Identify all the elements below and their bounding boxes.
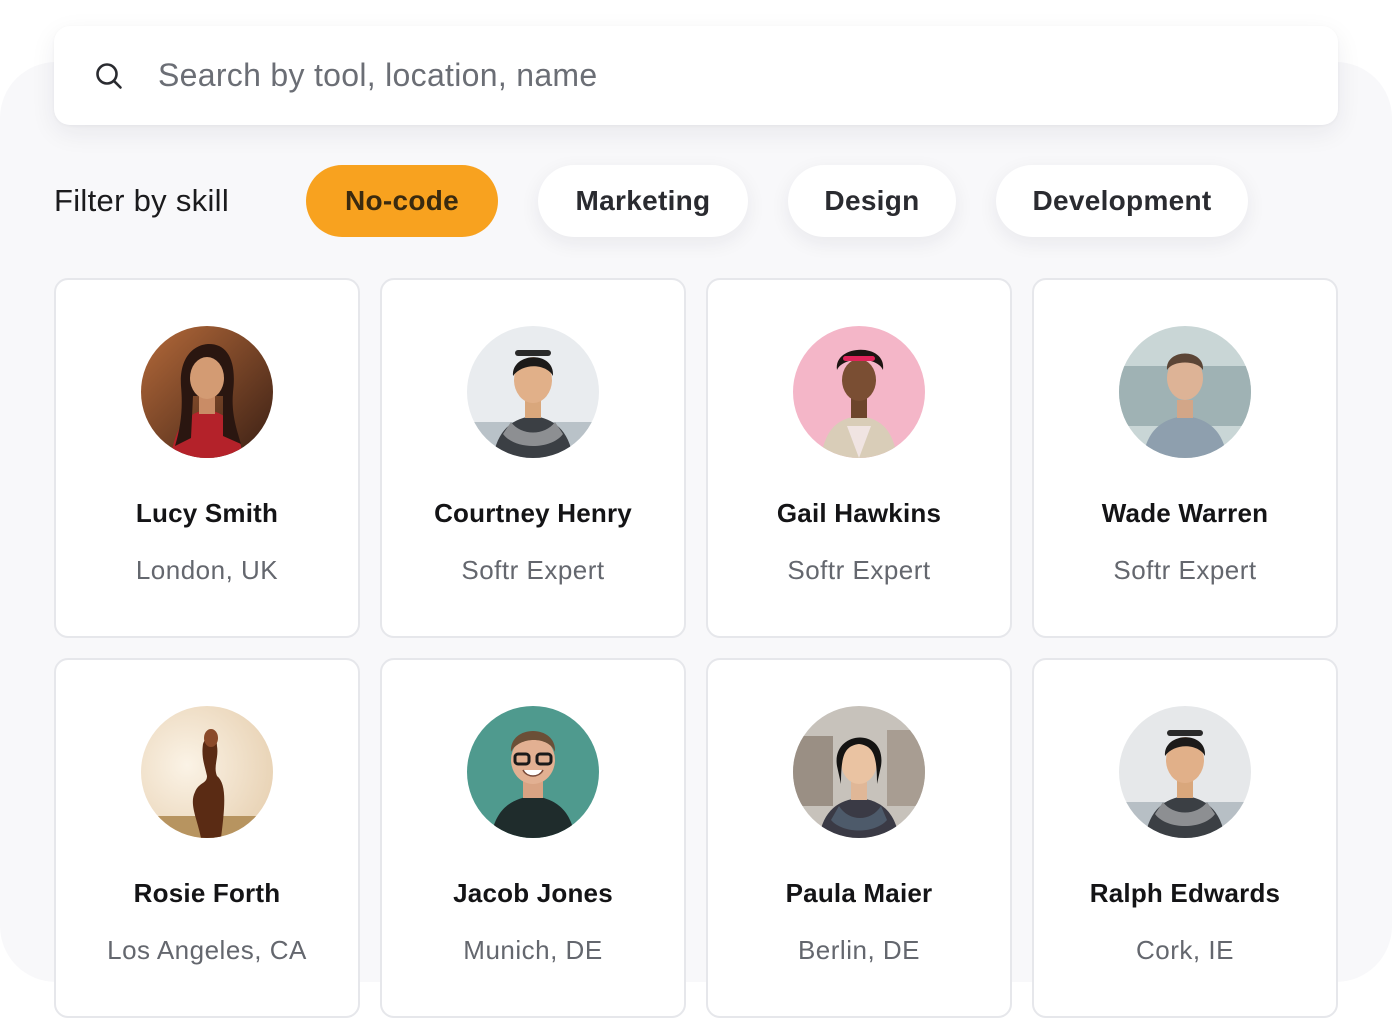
avatar xyxy=(1119,706,1251,838)
search-icon xyxy=(94,61,124,91)
person-card[interactable]: Ralph Edwards Cork, IE xyxy=(1032,658,1338,1018)
person-card[interactable]: Rosie Forth Los Angeles, CA xyxy=(54,658,360,1018)
skill-filter-bar: Filter by skill No-code Marketing Design… xyxy=(54,165,1288,237)
person-card[interactable]: Courtney Henry Softr Expert xyxy=(380,278,686,638)
person-name: Rosie Forth xyxy=(133,878,281,908)
search-bar[interactable] xyxy=(54,26,1338,125)
person-subtitle: Berlin, DE xyxy=(797,935,921,965)
search-input[interactable] xyxy=(158,57,1258,94)
person-card[interactable]: Gail Hawkins Softr Expert xyxy=(706,278,1012,638)
filter-pill-marketing[interactable]: Marketing xyxy=(538,165,748,237)
directory-page: Filter by skill No-code Marketing Design… xyxy=(0,0,1392,1018)
person-subtitle: Cork, IE xyxy=(1136,935,1234,965)
person-name: Paula Maier xyxy=(785,878,933,908)
person-name: Ralph Edwards xyxy=(1089,878,1281,908)
person-subtitle: Softr Expert xyxy=(461,555,605,585)
avatar xyxy=(141,706,273,838)
person-card[interactable]: Wade Warren Softr Expert xyxy=(1032,278,1338,638)
person-card[interactable]: Jacob Jones Munich, DE xyxy=(380,658,686,1018)
people-grid: Lucy Smith London, UK Courtney Henry Sof… xyxy=(54,278,1338,1018)
person-subtitle: Softr Expert xyxy=(787,555,931,585)
filter-pill-no-code[interactable]: No-code xyxy=(306,165,498,237)
filter-label: Filter by skill xyxy=(54,183,230,218)
person-card[interactable]: Lucy Smith London, UK xyxy=(54,278,360,638)
person-name: Lucy Smith xyxy=(135,498,279,528)
person-subtitle: London, UK xyxy=(135,555,279,585)
avatar xyxy=(1119,326,1251,458)
person-name: Jacob Jones xyxy=(453,878,613,908)
person-name: Gail Hawkins xyxy=(776,498,942,528)
avatar xyxy=(467,706,599,838)
person-subtitle: Softr Expert xyxy=(1113,555,1257,585)
person-subtitle: Los Angeles, CA xyxy=(107,935,307,965)
avatar xyxy=(141,326,273,458)
avatar xyxy=(793,706,925,838)
person-name: Wade Warren xyxy=(1101,498,1269,528)
filter-pill-development[interactable]: Development xyxy=(996,165,1248,237)
avatar xyxy=(467,326,599,458)
person-name: Courtney Henry xyxy=(434,498,632,528)
person-card[interactable]: Paula Maier Berlin, DE xyxy=(706,658,1012,1018)
filter-pill-design[interactable]: Design xyxy=(788,165,956,237)
person-subtitle: Munich, DE xyxy=(463,935,603,965)
avatar xyxy=(793,326,925,458)
